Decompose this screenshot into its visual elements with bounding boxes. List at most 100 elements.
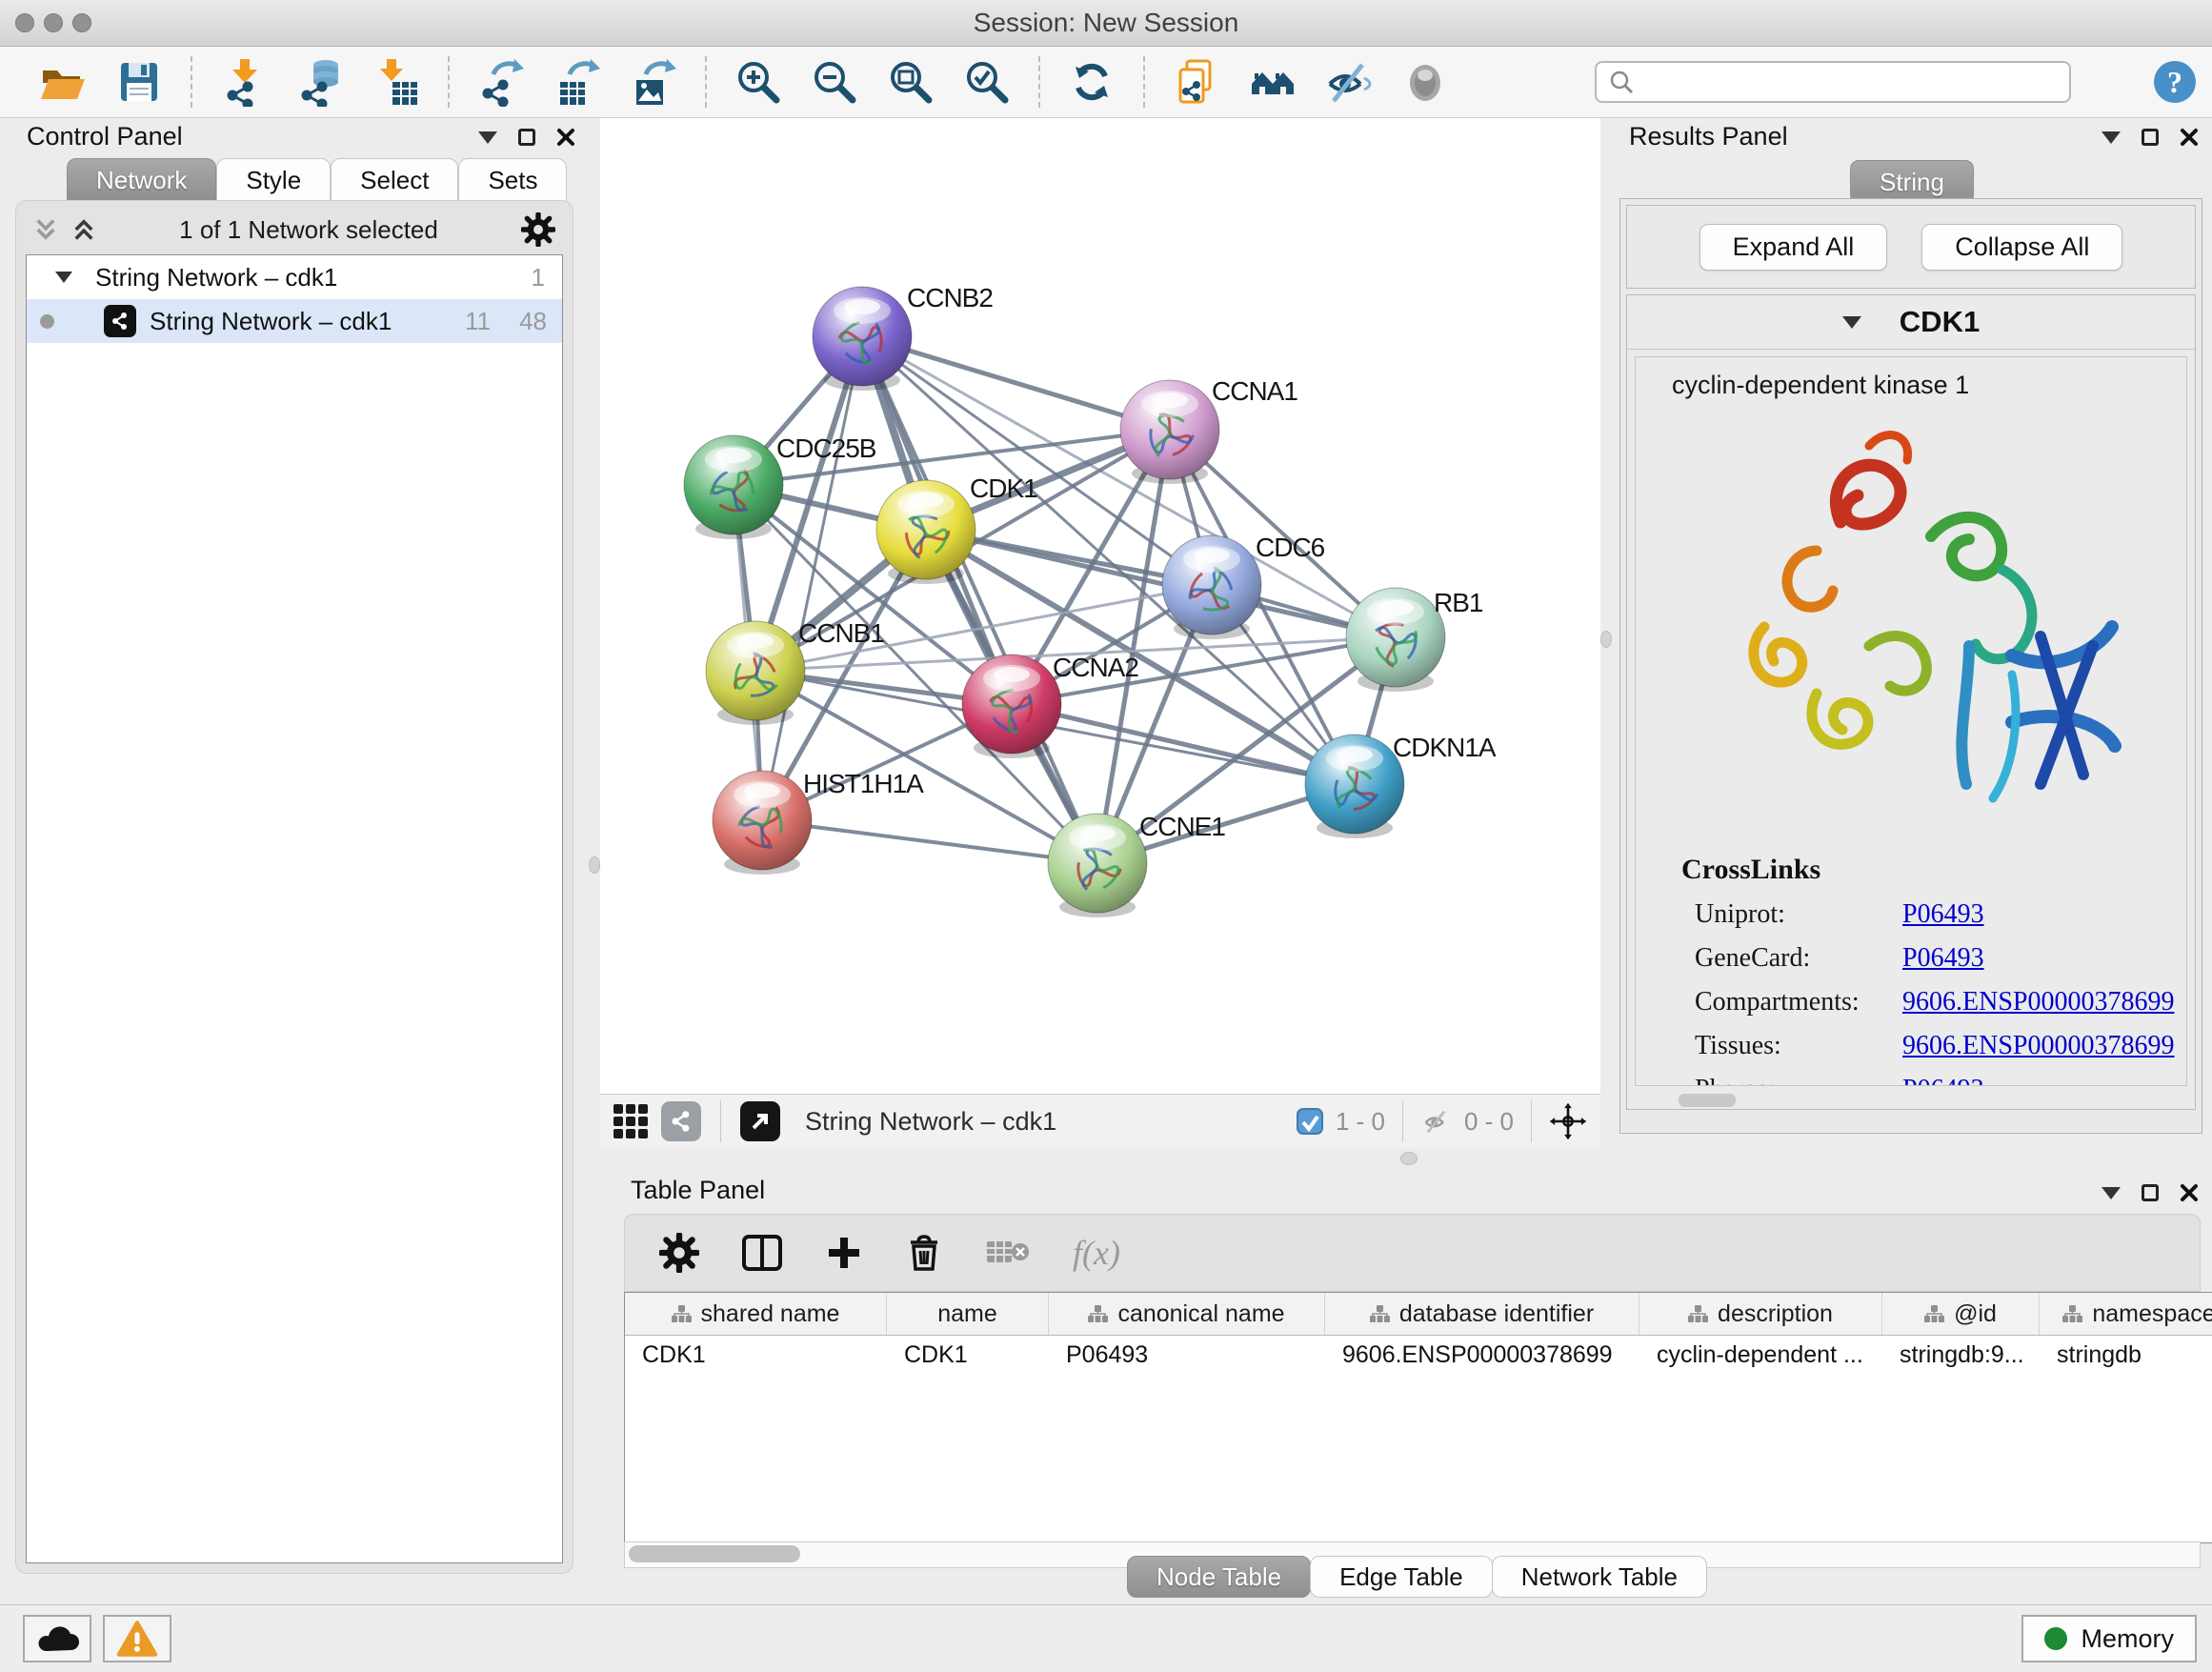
birdseye-toggle-icon[interactable] bbox=[740, 1101, 780, 1141]
tab-node-table[interactable]: Node Table bbox=[1127, 1556, 1311, 1598]
crosslink-label: Compartments: bbox=[1695, 987, 1902, 1017]
zoom-in-button[interactable] bbox=[734, 57, 783, 107]
results-scrollbar-thumb[interactable] bbox=[1679, 1094, 1736, 1107]
open-session-button[interactable] bbox=[38, 57, 88, 107]
import-network-file-button[interactable] bbox=[219, 57, 269, 107]
network-edge-cdk1-rb1[interactable] bbox=[926, 530, 1396, 637]
export-network-button[interactable] bbox=[476, 57, 526, 107]
tab-select[interactable]: Select bbox=[331, 158, 458, 202]
table-panel-title: Table Panel bbox=[631, 1176, 765, 1205]
table-hscrollbar-thumb[interactable] bbox=[629, 1545, 800, 1562]
cdk1-entry-header[interactable]: CDK1 bbox=[1627, 295, 2195, 350]
float-panel-icon[interactable] bbox=[518, 129, 535, 146]
network-edge-hist1h1a-ccne1[interactable] bbox=[762, 820, 1097, 863]
column-header-label: @id bbox=[1954, 1300, 1997, 1328]
show-columns-icon[interactable] bbox=[741, 1234, 783, 1272]
collection-expand-icon[interactable] bbox=[55, 272, 72, 283]
save-session-button[interactable] bbox=[114, 57, 164, 107]
hidden-eye-icon[interactable] bbox=[1420, 1107, 1453, 1136]
network-collection-row[interactable]: String Network – cdk1 1 bbox=[27, 255, 562, 299]
memory-button[interactable]: Memory bbox=[2021, 1615, 2197, 1662]
tab-edge-table[interactable]: Edge Table bbox=[1310, 1556, 1493, 1598]
gear-icon[interactable] bbox=[521, 212, 555, 247]
column-header-namespace[interactable]: namespace bbox=[2040, 1293, 2212, 1335]
entry-collapse-icon[interactable] bbox=[1842, 316, 1861, 329]
column-header--id[interactable]: @id bbox=[1882, 1293, 2040, 1335]
close-panel-icon[interactable] bbox=[2180, 128, 2199, 147]
bottom-splitter[interactable] bbox=[600, 1148, 2212, 1174]
close-panel-icon[interactable] bbox=[556, 128, 575, 147]
network-row-selected[interactable]: String Network – cdk1 11 48 bbox=[27, 299, 562, 343]
tab-network[interactable]: Network bbox=[67, 158, 216, 202]
update-button[interactable] bbox=[1067, 57, 1116, 107]
expand-all-icon[interactable] bbox=[71, 217, 96, 242]
show-all-button[interactable] bbox=[1400, 57, 1450, 107]
table-panel: Table Panel bbox=[600, 1174, 2212, 1604]
export-image-icon bbox=[629, 57, 678, 107]
float-panel-icon[interactable] bbox=[2142, 129, 2159, 146]
zoom-selected-button[interactable] bbox=[962, 57, 1012, 107]
panel-menu-icon[interactable] bbox=[478, 131, 497, 144]
zoom-out-button[interactable] bbox=[810, 57, 859, 107]
crosslink-link[interactable]: P06493 bbox=[1902, 899, 1984, 930]
collapse-all-icon[interactable] bbox=[33, 217, 58, 242]
add-column-icon[interactable] bbox=[825, 1234, 863, 1272]
crosslink-row: GeneCard:P06493 bbox=[1695, 943, 2186, 974]
column-header-canonical-name[interactable]: canonical name bbox=[1049, 1293, 1325, 1335]
column-header-shared-name[interactable]: shared name bbox=[625, 1293, 887, 1335]
cloud-icon bbox=[35, 1622, 79, 1655]
import-table-icon bbox=[372, 57, 421, 107]
table-row[interactable]: CDK1CDK1P064939606.ENSP00000378699cyclin… bbox=[625, 1336, 2212, 1374]
export-image-button[interactable] bbox=[629, 57, 678, 107]
tab-sets[interactable]: Sets bbox=[458, 158, 567, 202]
column-header-name[interactable]: name bbox=[887, 1293, 1049, 1335]
houses-icon bbox=[1248, 57, 1297, 107]
crosslink-link[interactable]: P06493 bbox=[1902, 1075, 1984, 1086]
cdk1-entry-body: cyclin-dependent kinase 1 bbox=[1635, 356, 2187, 1086]
control-panel: Control Panel Network Style Select Sets … bbox=[0, 118, 589, 1597]
right-splitter[interactable] bbox=[1600, 118, 1612, 1148]
left-splitter[interactable] bbox=[589, 118, 600, 1148]
fit-content-crosshair-icon[interactable] bbox=[1549, 1102, 1587, 1140]
share-view-icon[interactable] bbox=[661, 1101, 701, 1141]
function-builder-button[interactable]: f(x) bbox=[1073, 1233, 1120, 1273]
grid-view-icon[interactable] bbox=[613, 1104, 648, 1138]
delete-table-icon[interactable] bbox=[985, 1236, 1031, 1270]
export-table-button[interactable] bbox=[553, 57, 602, 107]
crosslink-link[interactable]: 9606.ENSP00000378699 bbox=[1902, 1031, 2174, 1061]
network-view-title: String Network – cdk1 bbox=[805, 1107, 1056, 1137]
collapse-all-button[interactable]: Collapse All bbox=[1921, 224, 2122, 271]
warnings-button[interactable] bbox=[103, 1615, 171, 1662]
eye-slash-icon bbox=[1324, 57, 1374, 107]
cloud-status-button[interactable] bbox=[23, 1615, 91, 1662]
crosslink-link[interactable]: 9606.ENSP00000378699 bbox=[1902, 987, 2174, 1017]
clone-network-button[interactable] bbox=[1172, 57, 1221, 107]
network-edge-ccnb2-hist1h1a[interactable] bbox=[762, 336, 862, 820]
close-panel-icon[interactable] bbox=[2180, 1183, 2199, 1202]
import-network-database-button[interactable] bbox=[295, 57, 345, 107]
table-settings-gear-icon[interactable] bbox=[659, 1233, 699, 1273]
tab-network-table[interactable]: Network Table bbox=[1492, 1556, 1707, 1598]
crosslink-link[interactable]: P06493 bbox=[1902, 943, 1984, 974]
search-input[interactable] bbox=[1595, 61, 2071, 103]
hide-selected-button[interactable] bbox=[1324, 57, 1374, 107]
float-panel-icon[interactable] bbox=[2142, 1184, 2159, 1201]
zoom-fit-button[interactable] bbox=[886, 57, 935, 107]
network-canvas[interactable]: CCNB2CCNA1CDC25BCDK1CDC6RB1CCNB1CCNA2CDK… bbox=[600, 118, 1600, 1094]
column-header-description[interactable]: description bbox=[1639, 1293, 1882, 1335]
first-neighbors-button[interactable] bbox=[1248, 57, 1297, 107]
delete-column-icon[interactable] bbox=[905, 1233, 943, 1273]
shared-column-icon bbox=[1924, 1305, 1944, 1322]
expand-all-button[interactable]: Expand All bbox=[1699, 224, 1888, 271]
memory-label: Memory bbox=[2081, 1624, 2174, 1654]
tab-style[interactable]: Style bbox=[216, 158, 331, 202]
selected-checkbox-icon[interactable] bbox=[1296, 1107, 1324, 1136]
panel-menu-icon[interactable] bbox=[2101, 1187, 2121, 1199]
network-view-toolbar: String Network – cdk1 1 - 0 0 - 0 bbox=[600, 1094, 1600, 1148]
window-title: Session: New Session bbox=[0, 8, 2212, 38]
help-button[interactable]: ? bbox=[2151, 57, 2199, 107]
network-edge-ccna2-cdkn1a[interactable] bbox=[1012, 704, 1355, 784]
import-table-file-button[interactable] bbox=[372, 57, 421, 107]
column-header-database-identifier[interactable]: database identifier bbox=[1325, 1293, 1639, 1335]
panel-menu-icon[interactable] bbox=[2101, 131, 2121, 144]
